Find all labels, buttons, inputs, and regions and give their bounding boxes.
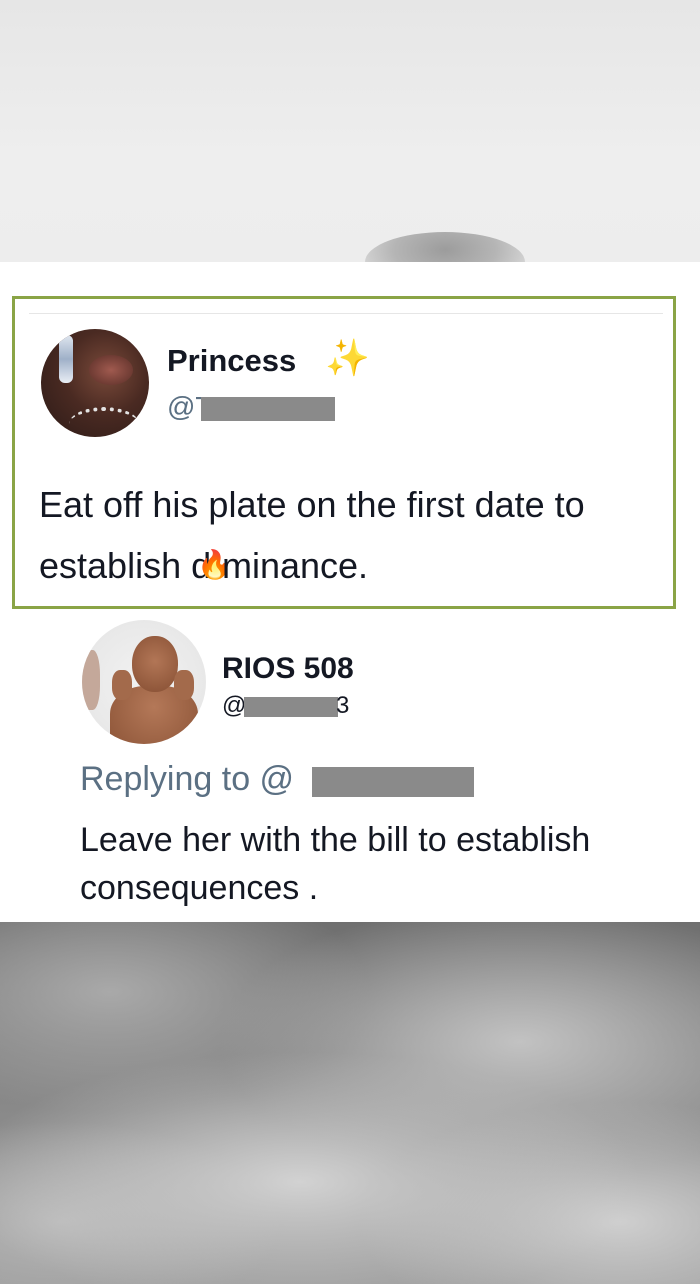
tweet-text-segment: establish d <box>39 545 212 586</box>
necklace-detail <box>69 407 139 437</box>
reply-display-name[interactable]: RIOS 508 <box>222 652 354 686</box>
face-detail <box>132 636 178 692</box>
tweet-text-line: Eat off his plate on the first date to <box>39 484 585 525</box>
mirror-detail <box>82 650 100 710</box>
reply-text-line: Leave her with the bill to establish <box>80 821 591 859</box>
display-name[interactable]: Princess <box>167 343 296 379</box>
redaction-bar <box>201 397 335 421</box>
reply-text: Leave her with the bill to establish con… <box>80 816 690 912</box>
tweet-text: Eat off his plate on the first date to e… <box>39 475 669 596</box>
reply-avatar[interactable] <box>82 620 206 744</box>
background-head-silhouette <box>365 232 525 262</box>
hand-detail <box>174 670 194 700</box>
original-tweet-card[interactable]: Princess ✨ @T Eat off his plate on the f… <box>12 296 676 609</box>
sparkles-icon: ✨ <box>325 337 370 378</box>
redaction-bar <box>244 697 338 717</box>
reply-user-handle-suffix: 3 <box>336 692 350 719</box>
earring-detail <box>59 335 73 383</box>
replying-to-label[interactable]: Replying to @ <box>80 760 294 799</box>
divider <box>29 313 663 314</box>
hand-detail <box>112 670 132 700</box>
tweet-text-line: establish d🔥minance. <box>39 535 669 596</box>
background-clouds-bottom <box>0 922 700 1284</box>
background-photo-top <box>0 0 700 262</box>
tweet-text-segment: minance. <box>221 545 369 586</box>
lips-detail <box>89 355 133 385</box>
redaction-bar <box>312 767 474 797</box>
reply-user-handle[interactable]: @ <box>222 692 246 720</box>
reply-text-line: consequences . <box>80 869 319 907</box>
avatar[interactable] <box>41 329 149 437</box>
